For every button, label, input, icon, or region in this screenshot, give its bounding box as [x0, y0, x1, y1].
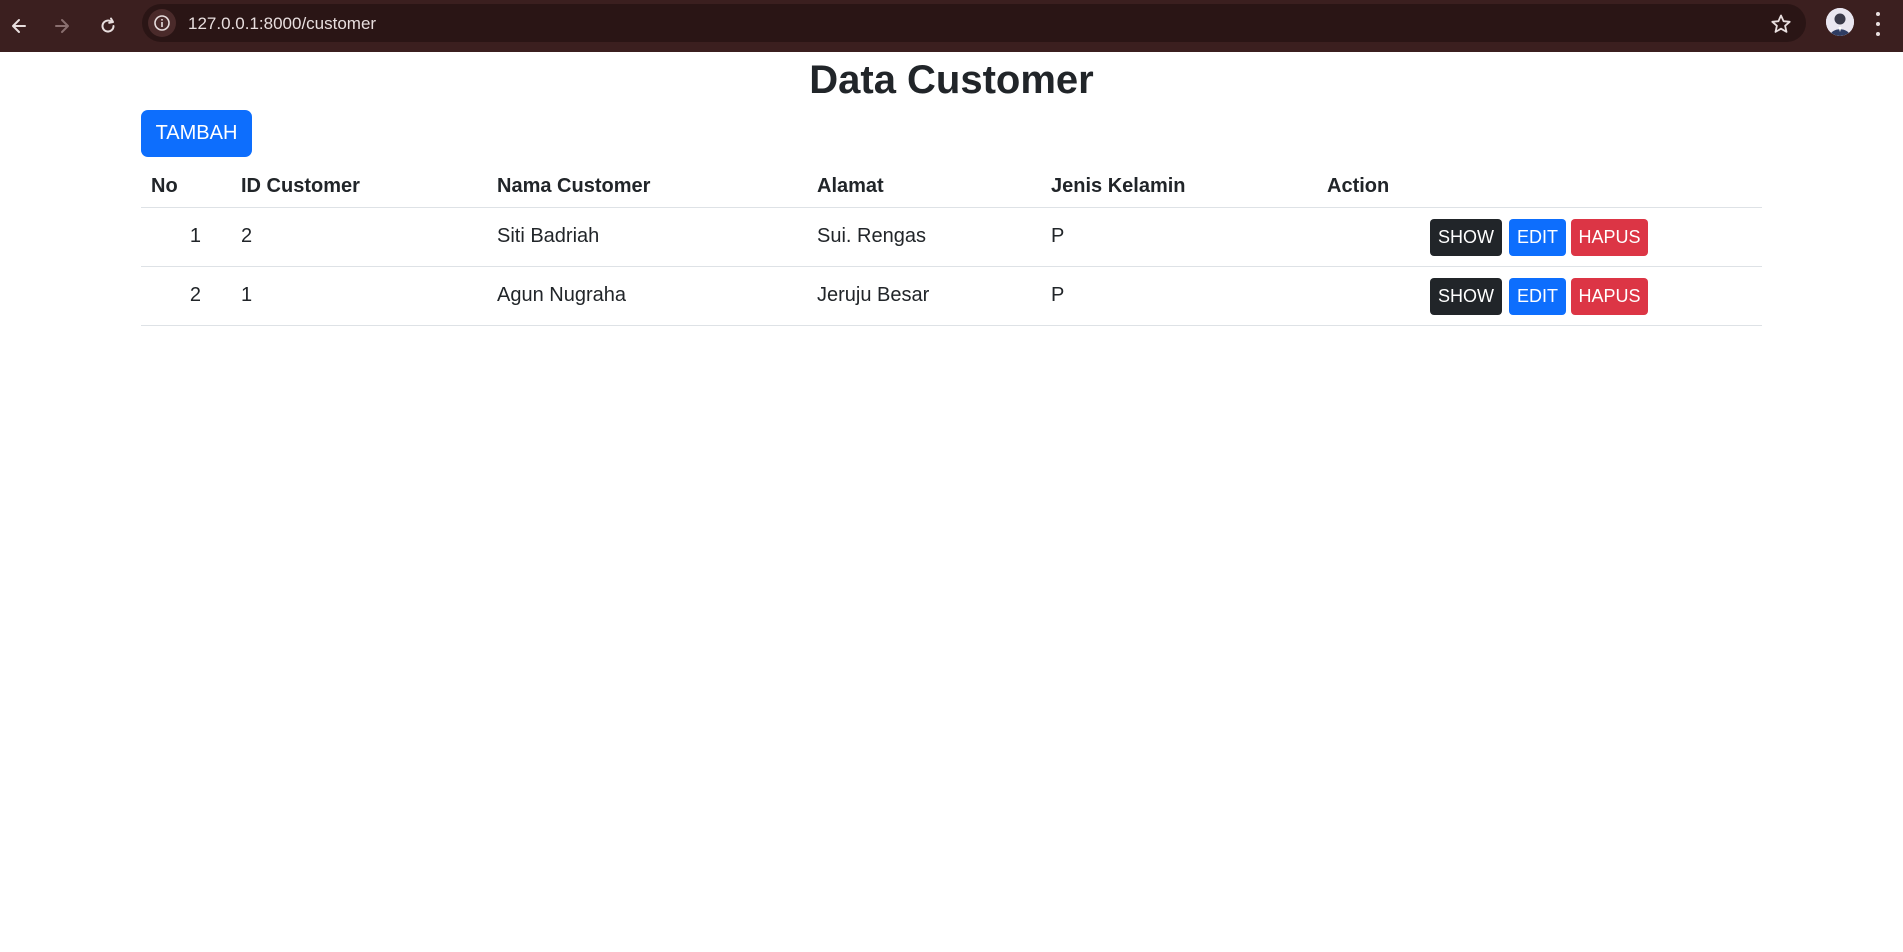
show-button[interactable]: SHOW [1430, 219, 1502, 256]
browser-toolbar: 127.0.0.1:8000/customer [0, 0, 1903, 52]
cell-nama-customer: Agun Nugraha [497, 284, 626, 306]
kebab-menu-icon[interactable] [1870, 12, 1886, 36]
header-no: No [151, 175, 178, 197]
address-bar[interactable]: 127.0.0.1:8000/customer [142, 4, 1806, 42]
cell-alamat: Jeruju Besar [817, 284, 930, 306]
forward-arrow-icon[interactable] [46, 10, 78, 42]
url-text[interactable]: 127.0.0.1:8000/customer [188, 14, 376, 34]
cell-id-customer: 2 [241, 225, 253, 247]
edit-button[interactable]: EDIT [1509, 278, 1566, 315]
cell-jenis-kelamin: P [1051, 225, 1065, 247]
customer-table: No ID Customer Nama Customer Alamat Jeni… [141, 165, 1762, 326]
cell-alamat: Sui. Rengas [817, 225, 926, 247]
reload-icon[interactable] [92, 10, 124, 42]
header-action: Action [1327, 175, 1390, 197]
header-alamat: Alamat [817, 175, 884, 197]
star-icon[interactable] [1770, 13, 1792, 35]
header-nama-customer: Nama Customer [497, 175, 651, 197]
table-header: No ID Customer Nama Customer Alamat Jeni… [141, 165, 1762, 208]
cell-nama-customer: Siti Badriah [497, 225, 600, 247]
cell-id-customer: 1 [241, 284, 253, 306]
header-id-customer: ID Customer [241, 175, 360, 197]
add-customer-button[interactable]: TAMBAH [141, 110, 252, 157]
cell-no: 1 [189, 225, 201, 247]
profile-avatar[interactable] [1826, 8, 1854, 36]
page-content: Data Customer TAMBAH No ID Customer Nama… [0, 52, 1903, 952]
cell-jenis-kelamin: P [1051, 284, 1065, 306]
cell-no: 2 [189, 284, 201, 306]
delete-button[interactable]: HAPUS [1571, 219, 1648, 256]
show-button[interactable]: SHOW [1430, 278, 1502, 315]
header-jenis-kelamin: Jenis Kelamin [1051, 175, 1186, 197]
page-title: Data Customer [809, 58, 1094, 102]
edit-button[interactable]: EDIT [1509, 219, 1566, 256]
site-info-icon[interactable] [148, 9, 176, 37]
delete-button[interactable]: HAPUS [1571, 278, 1648, 315]
back-arrow-icon[interactable] [3, 10, 35, 42]
table-row: 1 2 Siti Badriah Sui. Rengas P SHOW EDIT… [141, 208, 1762, 267]
table-row: 2 1 Agun Nugraha Jeruju Besar P SHOW EDI… [141, 267, 1762, 326]
